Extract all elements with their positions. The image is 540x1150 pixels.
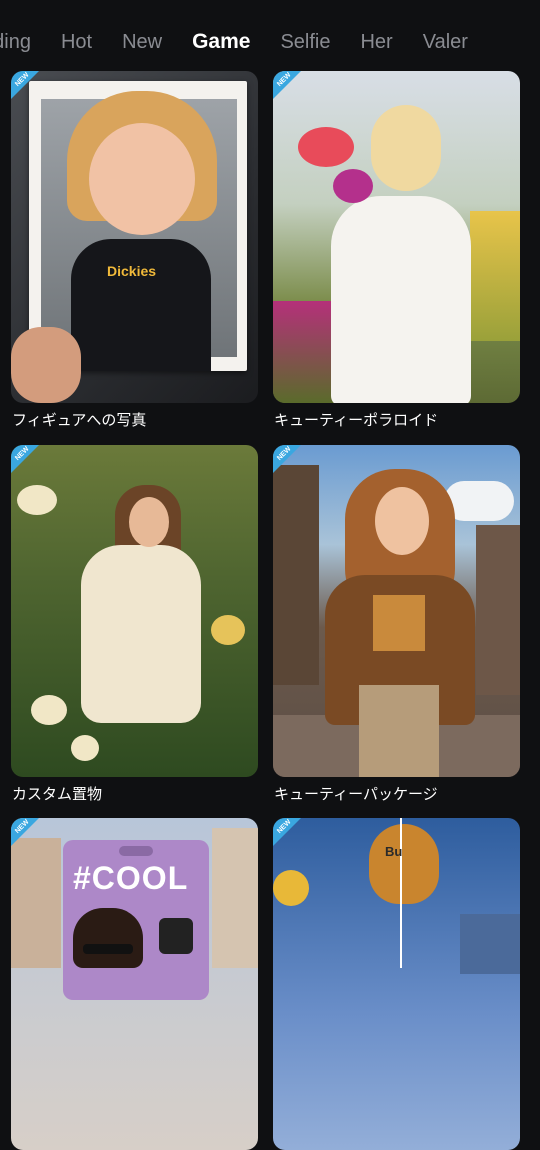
hot-air-balloons-image: Bu [273, 818, 520, 1150]
new-badge-icon: NEW [273, 818, 301, 846]
new-badge-icon: NEW [273, 445, 301, 473]
cool-toy-package-image: #COOL [11, 818, 258, 1150]
figure-polaroid-image: Dickies [11, 71, 258, 403]
template-card-cutie-package[interactable]: NEW [273, 445, 520, 777]
new-badge-icon: NEW [273, 71, 301, 99]
woman-in-flower-field-image [11, 445, 258, 777]
template-card-cutie-polaroid[interactable]: NEW [273, 71, 520, 403]
template-card-custom-figurine[interactable]: NEW [11, 445, 258, 777]
new-badge-icon: NEW [11, 71, 39, 99]
woman-walking-street-image [273, 445, 520, 777]
template-card-balloons[interactable]: Bu NEW [273, 818, 520, 1150]
woman-with-tulips-image [273, 71, 520, 403]
card-title-figure-photo: フィギュアへの写真 [12, 412, 147, 429]
package-text: #COOL [73, 860, 189, 896]
card-title-cutie-package: キューティーパッケージ [274, 786, 438, 803]
balloon-text: Bu [385, 844, 403, 859]
new-badge-icon: NEW [11, 445, 39, 473]
template-card-cool-package[interactable]: #COOL NEW [11, 818, 258, 1150]
template-card-figure-photo[interactable]: Dickies NEW [11, 71, 258, 403]
new-badge-icon: NEW [11, 818, 39, 846]
card-title-cutie-polaroid: キューティーポラロイド [274, 412, 439, 429]
template-grid: Dickies NEW フィギュアへの写真 NEW キューティーポラロイド NE… [0, 0, 540, 1150]
card-title-custom-figurine: カスタム置物 [12, 786, 103, 803]
